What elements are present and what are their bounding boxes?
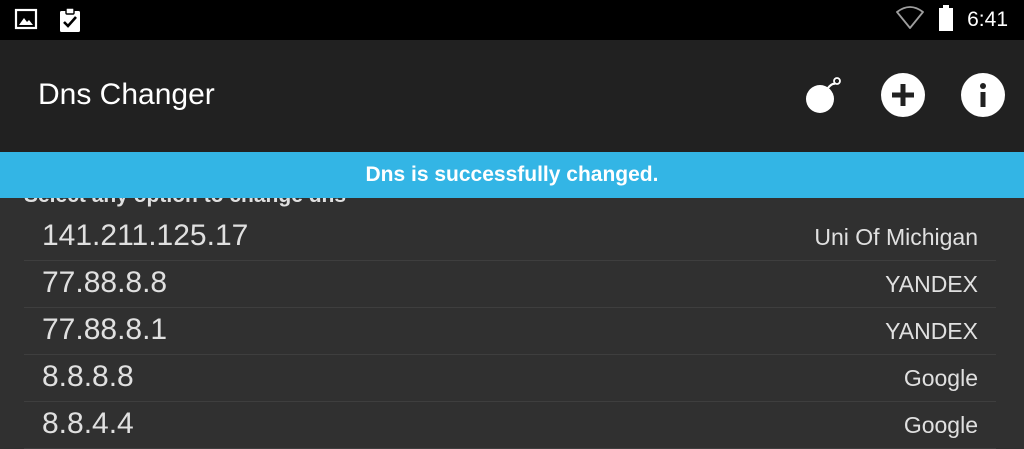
dns-list-item[interactable]: 8.8.4.4 Google: [24, 402, 996, 449]
toast-notification: Dns is successfully changed.: [0, 152, 1024, 198]
clock: 6:41: [967, 8, 1008, 31]
dns-ip: 77.88.8.1: [42, 313, 168, 346]
dns-ip: 77.88.8.8: [42, 266, 168, 299]
dns-ip: 8.8.4.4: [42, 407, 134, 440]
clipboard-check-icon: [58, 7, 82, 38]
dns-provider: YANDEX: [885, 271, 978, 297]
app-bar: Dns Changer: [0, 40, 1024, 154]
info-icon: [961, 72, 1005, 122]
dns-provider: Uni Of Michigan: [814, 224, 978, 250]
info-button[interactable]: [960, 72, 1006, 122]
add-icon: [881, 72, 925, 122]
dns-list-item[interactable]: 141.211.125.17 Uni Of Michigan: [24, 214, 996, 261]
add-dns-button[interactable]: [880, 72, 926, 122]
bomb-button[interactable]: [800, 74, 846, 120]
wifi-icon: [895, 5, 925, 35]
dns-ip: 141.211.125.17: [42, 219, 249, 252]
image-icon: [14, 7, 38, 38]
dns-list-item[interactable]: 77.88.8.1 YANDEX: [24, 308, 996, 355]
dns-list-item[interactable]: 77.88.8.8 YANDEX: [24, 261, 996, 308]
dns-ip: 8.8.8.8: [42, 360, 134, 393]
status-bar: 6:41: [0, 0, 1024, 40]
dns-provider: YANDEX: [885, 318, 978, 344]
toast-message: Dns is successfully changed.: [365, 163, 659, 186]
dns-list-item[interactable]: 8.8.8.8 Google: [24, 355, 996, 402]
battery-icon: [939, 4, 954, 36]
dns-provider: Google: [903, 412, 978, 438]
dns-list: 141.211.125.17 Uni Of Michigan 77.88.8.8…: [24, 214, 996, 449]
dns-provider: Google: [903, 365, 978, 391]
bomb-icon: [801, 73, 845, 122]
app-title: Dns Changer: [38, 78, 215, 111]
